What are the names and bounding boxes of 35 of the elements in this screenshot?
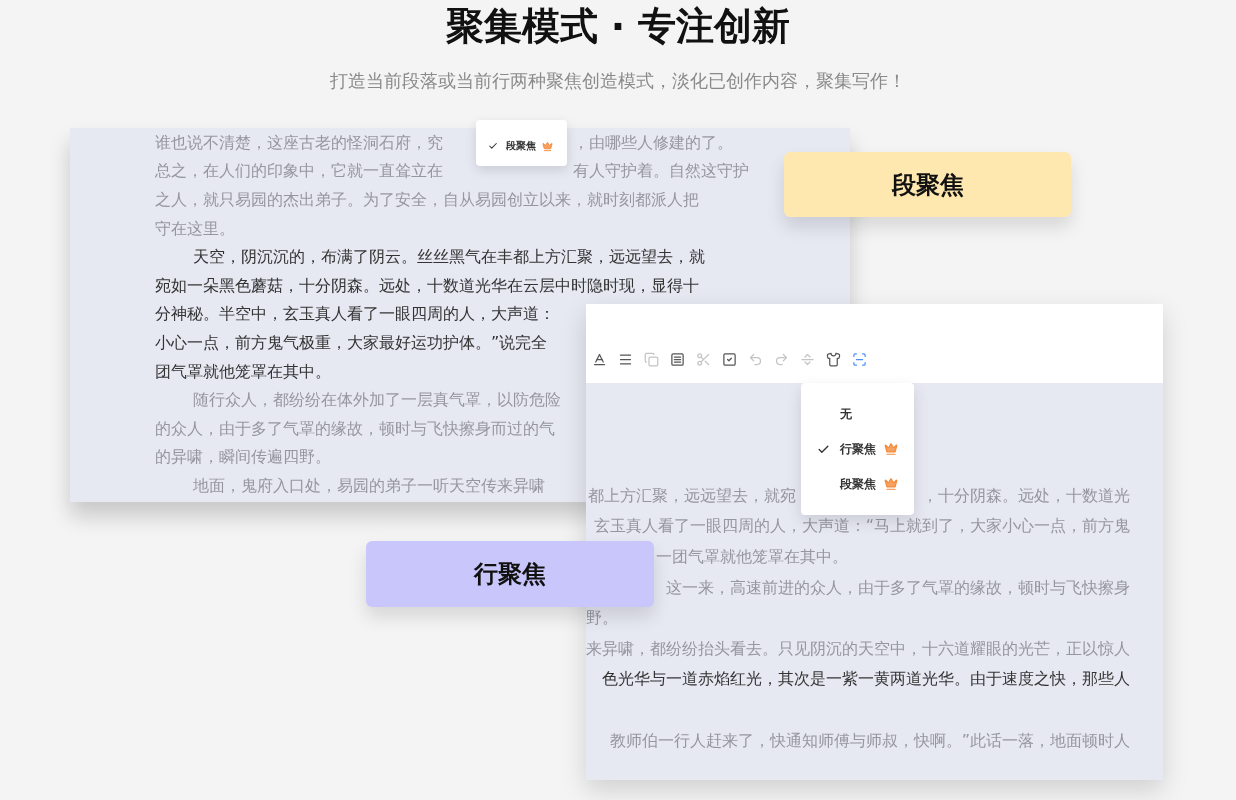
line-focus-label: 行聚焦: [366, 541, 654, 607]
text-line: 都上方汇聚，远远望去，就宛: [588, 485, 796, 507]
toolbar-button[interactable]: [720, 350, 738, 368]
menu-item[interactable]: 段聚焦: [801, 466, 914, 502]
page-subtitle: 打造当前段落或当前行两种聚焦创造模式，淡化已创作内容，聚集写作！: [330, 69, 906, 93]
text-line: 玄玉真人看了一眼四周的人，大声道：“马上就到了，大家小心一点，前方鬼: [593, 516, 1130, 538]
text-line: 团气罩就他笼罩在其中。: [155, 361, 331, 383]
text-line: ，十分阴森。远处，十数道光: [922, 485, 1130, 507]
text-line: 小心一点，前方鬼气极重，大家最好运功护体。”说完全: [155, 332, 548, 354]
text-line: 野。: [586, 608, 618, 630]
text-line: 来异啸，都纷纷抬头看去。只见阴沉的天空中，十六道耀眼的光芒，正以惊人: [586, 638, 1130, 660]
text-line: 分神秘。半空中，玄玉真人看了一眼四周的人，大声道：: [155, 304, 555, 326]
text-line: 总之，在人们的印象中，它就一直耸立在: [155, 161, 443, 183]
menu-item[interactable]: 行聚焦: [801, 431, 914, 467]
toolbar-button[interactable]: [824, 350, 842, 368]
text-line: 有人守护着。自然这守护: [573, 161, 749, 183]
text-line: 天空，阴沉沉的，布满了阴云。丝丝黑气在丰都上方汇聚，远远望去，就: [193, 247, 706, 269]
text-line: 守在这里。: [155, 218, 235, 240]
text-line: 谁也说不清楚，这座古老的怪洞石府，究: [155, 132, 443, 154]
text-line: 宛如一朵黑色蘑菇，十分阴森。远处，十数道光华在云层中时隐时现，显得十: [155, 275, 699, 297]
toolbar-button[interactable]: [668, 350, 686, 368]
text-line: 一团气罩就他笼罩在其中。: [656, 547, 848, 568]
text-line: 之人，就只易园的杰出弟子。为了安全，自从易园创立以来，就时刻都派人把: [155, 190, 699, 211]
menu-item[interactable]: 段聚焦: [476, 138, 567, 154]
text-line: 色光华与一道赤焰红光，其次是一紫一黄两道光华。由于速度之快，那些人: [602, 669, 1130, 691]
text-line: 的异啸，瞬间传遍四野。: [155, 447, 331, 469]
text-line: 随行众人，都纷纷在体外加了一层真气罩，以防危险: [193, 390, 562, 412]
paragraph-focus-label: 段聚焦: [784, 152, 1071, 217]
text-line: ，由哪些人修建的了。: [573, 132, 733, 154]
page-title: 聚集模式 · 专注创新: [445, 3, 791, 50]
text-line: 教师伯一行人赶来了，快通知师傅与师叔，快啊。”此话一落，地面顿时人: [609, 730, 1130, 752]
text-line: 的众人，由于多了气罩的缘故，顿时与飞快擦身而过的气: [155, 418, 555, 440]
text-line: 这一来，高速前进的众人，由于多了气罩的缘故，顿时与飞快擦身: [666, 577, 1130, 599]
text-line: 地面，鬼府入口处，易园的弟子一听天空传来异啸: [193, 475, 546, 497]
menu-item[interactable]: 无: [801, 396, 914, 432]
